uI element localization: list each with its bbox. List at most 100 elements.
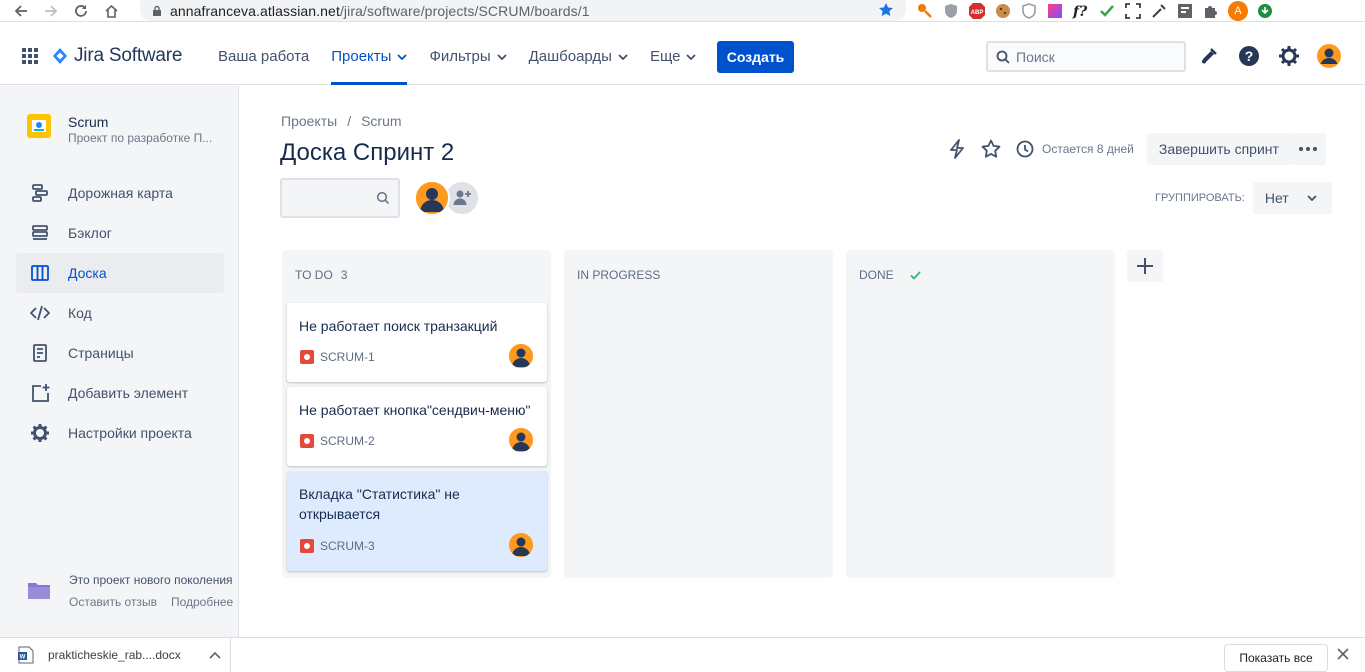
sidebar-item-label: Бэклог bbox=[68, 225, 112, 241]
issue-assignee-avatar[interactable] bbox=[509, 428, 533, 452]
issue-summary: Не работает поиск транзакций bbox=[299, 318, 498, 334]
more-actions-button[interactable] bbox=[1290, 133, 1326, 165]
breadcrumb-project[interactable]: Scrum bbox=[361, 113, 401, 129]
notifications-icon[interactable] bbox=[1196, 42, 1222, 70]
chevron-down-icon bbox=[618, 53, 628, 60]
privacy-extension-icon[interactable] bbox=[1020, 2, 1038, 20]
screenshot-extension-icon[interactable] bbox=[1124, 2, 1142, 20]
download-separator bbox=[230, 638, 231, 672]
key-extension-icon[interactable] bbox=[916, 2, 934, 20]
sidebar-item[interactable]: Доска bbox=[16, 253, 224, 293]
bookmark-star-icon[interactable] bbox=[878, 2, 894, 18]
add-item-icon bbox=[28, 381, 52, 405]
issue-card[interactable]: Вкладка "Статистика" не открывается SCRUM… bbox=[287, 471, 547, 571]
product-name: Jira Software bbox=[74, 45, 183, 66]
reload-icon[interactable] bbox=[70, 0, 92, 22]
sidebar-item[interactable]: Бэклог bbox=[16, 213, 224, 253]
sidebar-item[interactable]: Настройки проекта bbox=[16, 413, 224, 453]
home-icon[interactable] bbox=[100, 0, 122, 22]
eyedropper-extension-icon[interactable] bbox=[1150, 2, 1168, 20]
sidebar-item[interactable]: Код bbox=[16, 293, 224, 333]
forward-icon[interactable] bbox=[40, 0, 62, 22]
column-header: TO DO 3 bbox=[295, 268, 347, 282]
feedback-link[interactable]: Оставить отзыв bbox=[69, 595, 157, 609]
nav-menu-label: Дашбоарды bbox=[528, 48, 612, 65]
learn-more-link[interactable]: Подробнее bbox=[171, 595, 233, 609]
app-switcher-icon[interactable] bbox=[22, 48, 38, 64]
issue-key[interactable]: SCRUM-3 bbox=[320, 539, 375, 553]
group-by-value: Нет bbox=[1264, 190, 1289, 206]
search-icon bbox=[376, 191, 390, 205]
show-all-button[interactable]: Показать все bbox=[1224, 644, 1328, 672]
download-file-name: prakticheskie_rab....docx bbox=[48, 648, 181, 662]
address-bar[interactable]: annafranceva.atlassian.net/jira/software… bbox=[140, 0, 906, 21]
automation-icon[interactable] bbox=[942, 133, 972, 165]
issue-key[interactable]: SCRUM-2 bbox=[320, 434, 375, 448]
assignee-avatar[interactable] bbox=[414, 180, 450, 216]
sidebar-item[interactable]: Добавить элемент bbox=[16, 373, 224, 413]
pages-icon bbox=[28, 341, 52, 365]
url-text: annafranceva.atlassian.net/jira/software… bbox=[170, 3, 590, 19]
issue-assignee-avatar[interactable] bbox=[509, 344, 533, 368]
browser-toolbar: annafranceva.atlassian.net/jira/software… bbox=[0, 0, 1365, 22]
column-title: IN PROGRESS bbox=[577, 268, 661, 282]
project-sidebar: Scrum Проект по разработке П... Дорожная… bbox=[0, 86, 239, 637]
shield-extension-icon[interactable] bbox=[942, 2, 960, 20]
issue-card[interactable]: Не работает кнопка"сендвич-меню" SCRUM-2 bbox=[287, 387, 547, 466]
sync-extension-icon[interactable] bbox=[1256, 2, 1274, 20]
chevron-up-icon[interactable] bbox=[209, 651, 221, 659]
create-button[interactable]: Создать bbox=[717, 41, 794, 73]
nav-menu-item[interactable]: Еще bbox=[650, 28, 708, 85]
nav-menu-item[interactable]: Фильтры bbox=[429, 28, 517, 85]
extensions-puzzle-icon[interactable] bbox=[1202, 2, 1220, 20]
group-by-select[interactable]: Нет bbox=[1252, 182, 1332, 214]
download-item[interactable]: W prakticheskie_rab....docx bbox=[18, 646, 221, 664]
breadcrumb-separator: / bbox=[347, 113, 352, 129]
sidebar-item-label: Настройки проекта bbox=[68, 425, 192, 441]
complete-sprint-button[interactable]: Завершить спринт bbox=[1146, 133, 1291, 165]
font-extension-icon[interactable]: f? bbox=[1072, 2, 1090, 20]
project-header[interactable]: Scrum Проект по разработке П... bbox=[27, 114, 212, 145]
nav-menu-label: Проекты bbox=[331, 48, 392, 65]
check-extension-icon[interactable] bbox=[1098, 2, 1116, 20]
global-search[interactable] bbox=[986, 41, 1186, 72]
group-by-label: ГРУППИРОВАТЬ: bbox=[1155, 192, 1245, 204]
gradient-extension-icon[interactable] bbox=[1046, 2, 1064, 20]
issue-assignee-avatar[interactable] bbox=[509, 533, 533, 557]
search-icon bbox=[996, 50, 1010, 64]
chevron-down-icon bbox=[686, 53, 697, 60]
sidebar-item[interactable]: Страницы bbox=[16, 333, 224, 373]
next-gen-text: Это проект нового поколения bbox=[69, 573, 233, 587]
doc-extension-icon[interactable] bbox=[1176, 2, 1194, 20]
close-icon[interactable] bbox=[1337, 648, 1349, 660]
settings-gear-icon[interactable] bbox=[1276, 42, 1302, 70]
project-name: Scrum bbox=[68, 114, 109, 130]
issue-key[interactable]: SCRUM-1 bbox=[320, 350, 375, 364]
adblock-icon[interactable]: ABP bbox=[968, 2, 986, 20]
nav-menu-label: Еще bbox=[649, 48, 681, 65]
issue-card[interactable]: Не работает поиск транзакций SCRUM-1 bbox=[287, 303, 547, 382]
sprint-remaining-text: Остается 8 дней bbox=[1042, 142, 1134, 156]
nav-menu-item[interactable]: Дашбоарды bbox=[529, 28, 639, 85]
issue-meta: SCRUM-1 bbox=[300, 350, 375, 364]
board-search-input[interactable] bbox=[280, 178, 400, 218]
sidebar-item[interactable]: Дорожная карта bbox=[16, 173, 224, 213]
jira-logo[interactable]: Jira Software bbox=[52, 45, 182, 67]
breadcrumb-projects[interactable]: Проекты bbox=[281, 113, 337, 129]
board-column: DONE bbox=[846, 250, 1115, 578]
star-icon[interactable] bbox=[976, 133, 1006, 165]
nav-menu-item[interactable]: Проекты bbox=[331, 28, 418, 85]
cookie-extension-icon[interactable] bbox=[994, 2, 1012, 20]
add-column-button[interactable] bbox=[1127, 250, 1163, 282]
group-by-control: ГРУППИРОВАТЬ: Нет bbox=[1155, 182, 1332, 214]
help-icon[interactable]: ? bbox=[1236, 42, 1262, 70]
search-input[interactable] bbox=[1016, 48, 1176, 65]
nav-menu-item[interactable]: Ваша работа bbox=[218, 28, 320, 85]
issue-meta: SCRUM-3 bbox=[300, 539, 375, 553]
svg-text:ABP: ABP bbox=[971, 10, 984, 16]
bug-type-icon bbox=[300, 434, 314, 448]
user-avatar[interactable] bbox=[1316, 42, 1342, 70]
word-doc-icon: W bbox=[18, 646, 34, 664]
profile-avatar[interactable]: A bbox=[1228, 1, 1248, 21]
back-icon[interactable] bbox=[10, 0, 32, 22]
